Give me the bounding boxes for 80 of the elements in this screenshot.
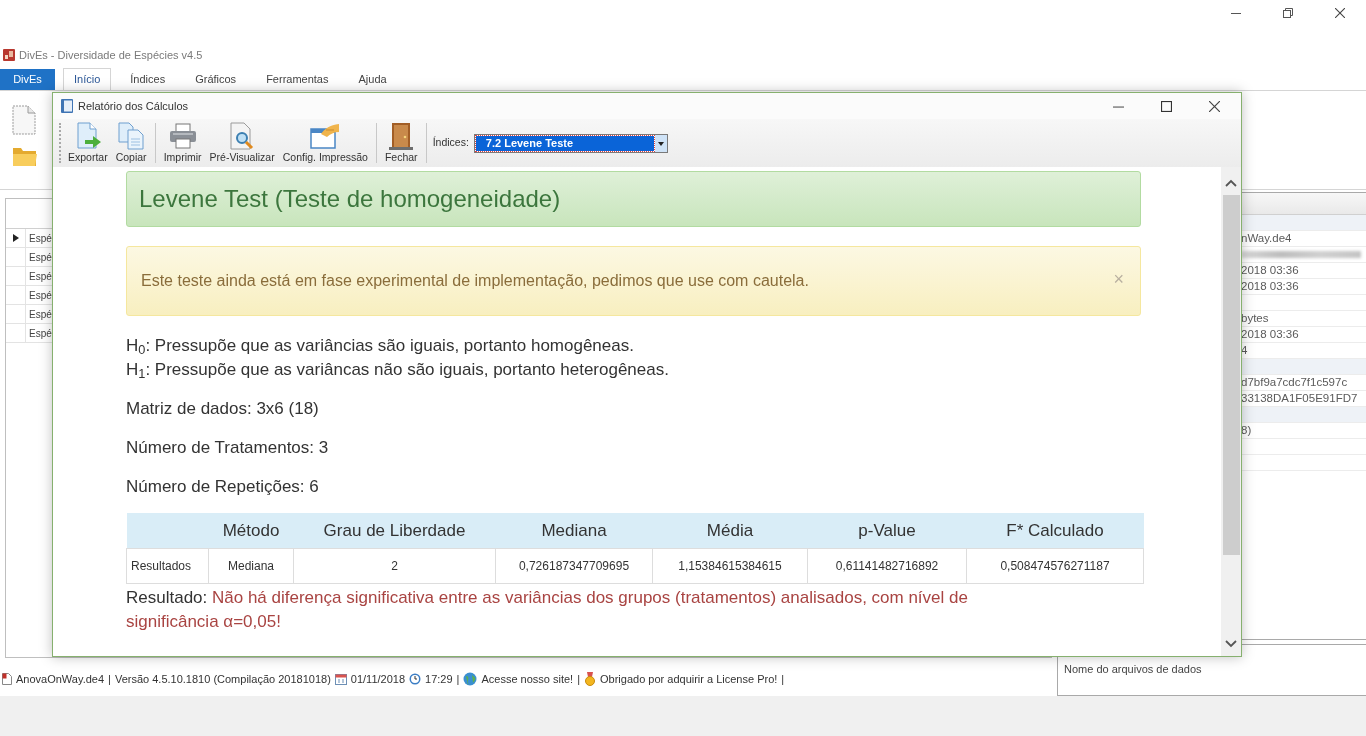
property-value: nWay.de4 (1241, 231, 1292, 246)
separator-text: | (577, 671, 580, 687)
grid-cell[interactable]: Espé (26, 268, 52, 284)
hypothesis-text: H$_{1}$: Pressupõe que as variâncas não são iguais, portanto heterogêneas. (126, 359, 670, 382)
medal-icon (584, 672, 596, 686)
close-icon[interactable] (1335, 8, 1345, 18)
app-menu-button[interactable]: DivEs (0, 69, 55, 90)
table-cell: 1,15384615384615 (652, 548, 808, 583)
clock-icon (409, 673, 422, 685)
index-label: Índices: (432, 135, 469, 151)
table-cell: 0,508474576271187 (966, 548, 1144, 583)
scroll-thumb[interactable] (1222, 195, 1240, 555)
column-header: p-Value (807, 513, 967, 548)
window-title: DivEs - Diversidade de Espécies v4.5 (19, 47, 203, 63)
index-dropdown[interactable]: 7.2 Levene Teste (473, 133, 668, 153)
report-title: Relatório dos Cálculos (78, 98, 189, 114)
calendar-icon (334, 673, 347, 685)
print-button[interactable]: Imprimir (161, 122, 204, 164)
license-link[interactable]: Obrigado por adquirir a License Pro! (600, 670, 778, 688)
export-button[interactable]: Exportar (66, 122, 110, 164)
scroll-down-icon[interactable] (1225, 640, 1238, 648)
column-header: Método (208, 513, 294, 548)
summary-text: Número de Tratamentos: 3 (126, 437, 330, 459)
description-text: Nome do arquivos de dados (1064, 663, 1202, 675)
scroll-up-icon[interactable] (1225, 179, 1238, 187)
property-value: 2018 03:36 (1241, 263, 1299, 278)
caret-icon[interactable] (654, 134, 667, 152)
ribbon-tab[interactable]: Ajuda (347, 68, 398, 90)
separator-text: | (781, 671, 785, 687)
warning-text: Este teste ainda está em fase experimental de implementação, pedimos que use com cautela. (141, 271, 809, 291)
documents-icon (117, 122, 146, 151)
table-cell: 0,726187347709695 (495, 548, 653, 583)
ribbon-tab[interactable]: Índices (119, 68, 177, 90)
property-value: bytes (1241, 311, 1269, 326)
property-value: 2018 03:36 (1241, 279, 1299, 294)
printer-icon (168, 122, 197, 151)
separator-text: | (108, 671, 111, 687)
maximize-icon[interactable] (1160, 100, 1172, 112)
site-link[interactable]: Acesse nosso site! (481, 670, 574, 688)
grid-cell[interactable]: Espé (26, 249, 52, 265)
ribbon-tab[interactable]: Gráficos (184, 68, 248, 90)
close-report-button[interactable]: Fechar (382, 122, 420, 164)
ribbon-tab[interactable]: Início (63, 68, 112, 90)
property-value: d7bf9a7cdc7f1c597c (1241, 375, 1348, 390)
column-header: Grau de Liberdade (293, 513, 496, 548)
globe-icon (463, 672, 478, 686)
time-text: 17:29 (425, 671, 453, 687)
separator-text: | (456, 671, 460, 687)
ribbon-tab[interactable]: Ferramentas (255, 68, 340, 90)
property-value: 33138DA1F05E91FD7 (1241, 391, 1358, 406)
column-header: Mediana (495, 513, 653, 548)
table-cell: Mediana (208, 548, 294, 583)
column-header: F* Calculado (966, 513, 1144, 548)
window-hand-icon (310, 122, 341, 151)
column-header: Média (652, 513, 808, 548)
app-logo-icon (3, 49, 15, 61)
date-text: 01/11/2018 (350, 671, 406, 687)
print-setup-button[interactable]: Config. Impressão (280, 122, 370, 164)
grid-cell[interactable]: Espé (26, 306, 52, 322)
file-name: AnovaOnWay.de4 (16, 671, 105, 687)
notebook-icon (61, 99, 73, 113)
restore-icon[interactable] (1283, 8, 1293, 18)
summary-text: Número de Repetições: 6 (126, 476, 320, 498)
hypothesis-text: H$_{0}$: Pressupõe que as variâncias são iguais, portanto homogêneas. (126, 335, 635, 358)
close-icon[interactable] (1208, 100, 1220, 112)
summary-text: Matriz de dados: 3x6 (18) (126, 398, 320, 420)
property-value: 2018 03:36 (1241, 327, 1299, 342)
door-icon (387, 122, 416, 151)
copy-button[interactable]: Copiar (113, 122, 149, 164)
preview-button[interactable]: Pré-Visualizar (207, 122, 277, 164)
table-cell: 0,61141482716892 (807, 548, 967, 583)
grid-cell[interactable]: Espé (26, 230, 52, 246)
property-value: 8) (1241, 423, 1252, 438)
grid-cell[interactable]: Espé (26, 325, 52, 341)
table-cell: 2 (293, 548, 496, 583)
version-text: Versão 4.5.10.1810 (Compilação 20181018) (114, 671, 331, 687)
report-heading: Levene Test (Teste de homogeneidade) (126, 171, 1142, 227)
grid-cell[interactable]: Espé (26, 287, 52, 303)
result-text: Resultado: Não há diferença significativa entre as variâncias dos grupos (tratamentos) analisados, com nível de significância α=0,05! (126, 586, 969, 633)
row-header: Resultados (126, 548, 209, 583)
